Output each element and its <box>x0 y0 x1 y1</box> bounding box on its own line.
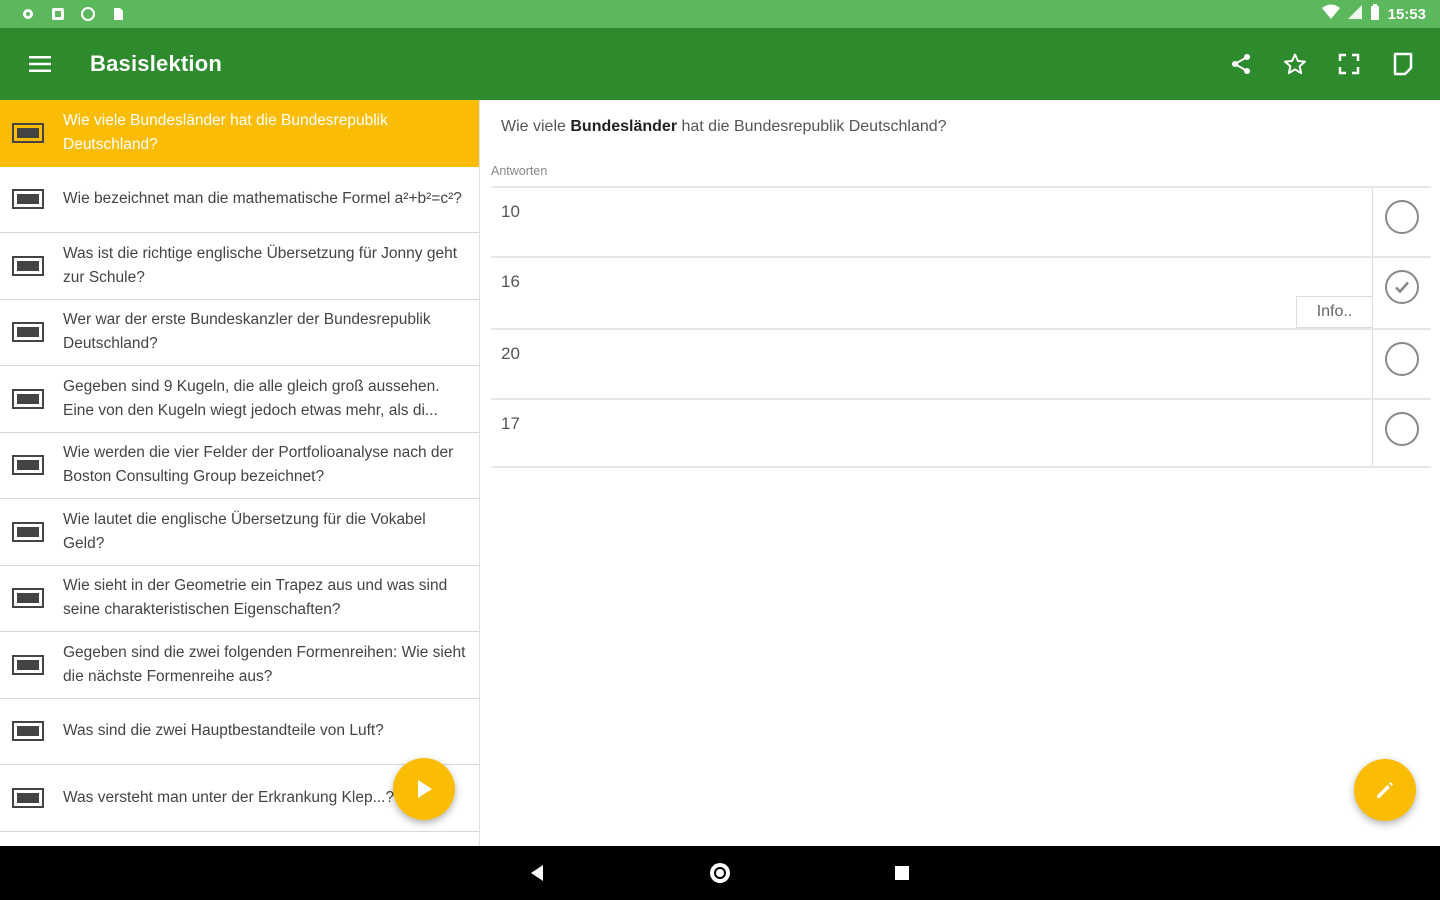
flashcard-icon <box>12 189 44 210</box>
check-icon <box>1395 281 1409 294</box>
answer-value: 16 <box>501 272 520 291</box>
pencil-icon <box>1377 782 1393 798</box>
home-button[interactable] <box>675 846 765 900</box>
answers-label: Antworten <box>491 164 548 178</box>
notification-icon <box>50 6 66 22</box>
toolbar-actions <box>1214 37 1430 91</box>
question-list-item-text: Gegeben sind 9 Kugeln, die alle gleich g… <box>63 377 440 419</box>
answer-row: 16 Info.. <box>491 256 1431 328</box>
answer-radio[interactable] <box>1385 412 1419 446</box>
answer-radio[interactable] <box>1385 200 1419 234</box>
question-list-item[interactable]: Was sind die zwei Hauptbestandteile von … <box>0 699 479 765</box>
answer-row: 17 <box>491 398 1431 468</box>
question-list-item[interactable]: Wie viele Bundesländer hat die Bundesrep… <box>0 100 479 167</box>
question-list-item[interactable]: Wer war der erste Bundeskanzler der Bund… <box>0 300 479 366</box>
system-navigation-bar <box>0 846 1440 900</box>
answer-radio[interactable] <box>1385 270 1419 304</box>
flashcard-icon <box>12 123 44 144</box>
recents-button[interactable] <box>857 846 947 900</box>
answer-value-cell: 17 <box>491 400 1373 466</box>
page-title: Basislektion <box>90 51 223 76</box>
play-fab[interactable] <box>393 758 455 820</box>
home-icon <box>710 863 730 883</box>
flashcard-icon <box>12 721 44 742</box>
answer-radio-cell <box>1373 400 1431 466</box>
favorite-button[interactable] <box>1268 37 1322 91</box>
question-list-item-text: Wie sieht in der Geometrie ein Trapez au… <box>63 577 448 619</box>
status-system-icons: 15:53 <box>1321 4 1426 24</box>
question-list-item[interactable]: Gegeben sind die zwei folgenden Formenre… <box>0 632 479 699</box>
fullscreen-icon <box>1338 53 1360 75</box>
answer-row: 20 <box>491 328 1431 398</box>
back-icon <box>531 865 543 881</box>
question-prefix: Wie viele <box>501 118 571 135</box>
share-button[interactable] <box>1214 37 1268 91</box>
answers-list: 10 16 Info.. 20 17 <box>491 186 1431 468</box>
wifi-icon <box>1321 4 1340 24</box>
status-bar: 15:53 <box>0 0 1440 28</box>
signal-icon <box>1347 4 1362 24</box>
answer-value: 17 <box>501 414 520 433</box>
question-list-item-text: Was ist die richtige englische Übersetzu… <box>63 244 458 286</box>
status-notification-icons <box>20 6 126 22</box>
answer-value: 20 <box>501 344 520 363</box>
flashcard-icon <box>12 654 44 675</box>
question-list-item[interactable]: Was ist die richtige englische Übersetzu… <box>0 233 479 300</box>
question-list: Wie viele Bundesländer hat die Bundesrep… <box>0 100 480 846</box>
question-detail: Wie viele Bundesländer hat die Bundesrep… <box>481 100 1440 846</box>
answer-radio-cell <box>1373 258 1431 328</box>
fullscreen-button[interactable] <box>1322 37 1376 91</box>
question-list-item-text: Was sind die zwei Hauptbestandteile von … <box>63 722 384 740</box>
question-list-item[interactable]: Wie lautet die englische Übersetzung für… <box>0 499 479 566</box>
question-list-item-text: Wer war der erste Bundeskanzler der Bund… <box>63 311 431 353</box>
sync-icon <box>80 6 96 22</box>
star-icon <box>1284 53 1306 75</box>
question-list-item[interactable]: Gegeben sind 9 Kugeln, die alle gleich g… <box>0 366 479 433</box>
question-list-item[interactable]: Wie bezeichnet man die mathematische For… <box>0 167 479 233</box>
question-list-item[interactable]: Aus welchen Tieren bestehen Die Bremer <box>0 832 479 847</box>
question-list-item-text: Wie werden die vier Felder der Portfolio… <box>63 444 454 486</box>
card-icon <box>1393 52 1413 76</box>
question-list-item[interactable]: Wie werden die vier Felder der Portfolio… <box>0 433 479 499</box>
flashcard-icon <box>12 322 44 343</box>
question-suffix: hat die Bundesrepublik Deutschland? <box>677 118 947 135</box>
question-list-item-text: Was versteht man unter der Erkrankung Kl… <box>63 788 395 806</box>
menu-button[interactable] <box>0 28 80 100</box>
battery-icon <box>1370 4 1380 24</box>
card-button[interactable] <box>1376 37 1430 91</box>
flashcard-icon <box>12 255 44 276</box>
question-list-item-text: Gegeben sind die zwei folgenden Formenre… <box>63 643 466 685</box>
flashcard-icon <box>12 455 44 476</box>
question-list-item-text: Wie viele Bundesländer hat die Bundesrep… <box>63 112 388 154</box>
answer-radio-cell <box>1373 330 1431 398</box>
back-button[interactable] <box>493 846 583 900</box>
answer-value-cell: 20 <box>491 330 1373 398</box>
menu-icon <box>29 56 51 72</box>
question-keyword: Bundesländer <box>570 118 678 135</box>
sd-card-icon <box>110 6 126 22</box>
answer-value: 10 <box>501 202 520 221</box>
question-text: Wie viele Bundesländer hat die Bundesrep… <box>501 118 947 136</box>
app-toolbar: Basislektion <box>0 28 1440 100</box>
flashcard-icon <box>12 588 44 609</box>
flashcard-icon <box>12 521 44 542</box>
info-button[interactable]: Info.. <box>1296 296 1372 328</box>
flashcard-icon <box>12 388 44 409</box>
share-icon <box>1232 54 1250 74</box>
edit-fab[interactable] <box>1354 759 1416 821</box>
question-list-item-text: Wie lautet die englische Übersetzung für… <box>63 510 426 552</box>
question-list-item[interactable]: Wie sieht in der Geometrie ein Trapez au… <box>0 566 479 632</box>
play-icon <box>418 780 432 798</box>
answer-row: 10 <box>491 186 1431 256</box>
answer-value-cell: 16 Info.. <box>491 258 1373 328</box>
status-time: 15:53 <box>1387 5 1426 23</box>
answer-radio-cell <box>1373 188 1431 256</box>
answer-radio[interactable] <box>1385 342 1419 376</box>
settings-icon <box>20 6 36 22</box>
flashcard-icon <box>12 787 44 808</box>
question-list-item-text: Wie bezeichnet man die mathematische For… <box>63 190 462 208</box>
recents-icon <box>895 866 909 880</box>
answer-value-cell: 10 <box>491 188 1373 256</box>
